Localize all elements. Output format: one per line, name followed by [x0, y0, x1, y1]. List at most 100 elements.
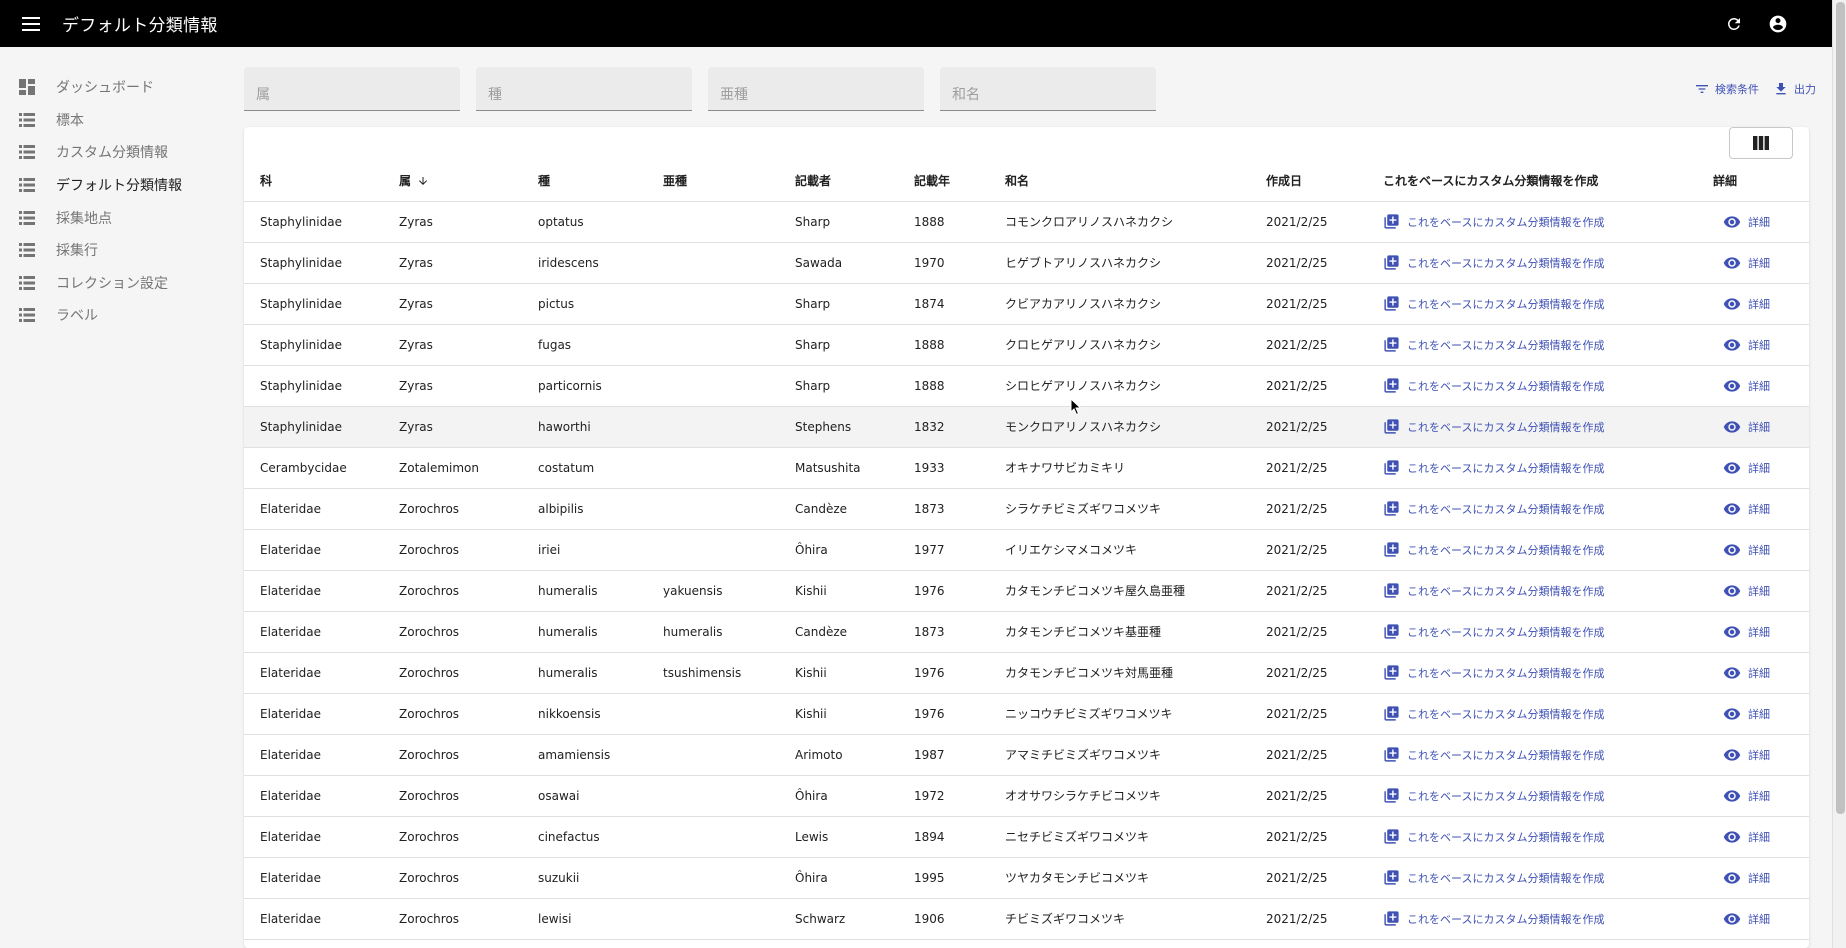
filter-conditions-button[interactable]: 検索条件 [1694, 81, 1759, 97]
column-header[interactable]: これをベースにカスタム分類情報を作成 [1367, 160, 1697, 202]
sidebar-item[interactable]: コレクション設定 [0, 267, 232, 300]
table-row[interactable]: Staphylinidae Zyras iridescens Sawada 1970 ヒゲ… [244, 242, 1809, 284]
table-row[interactable]: Staphylinidae Zyras pictus Sharp 1874 クビアカアリノ… [244, 283, 1809, 325]
create-custom-taxonomy-button[interactable]: これをベースにカスタム分類情報を作成 [1383, 500, 1697, 517]
detail-button[interactable]: 詳細 [1713, 582, 1809, 600]
create-custom-taxonomy-button[interactable]: これをベースにカスタム分類情報を作成 [1383, 828, 1697, 845]
subspecies-field[interactable] [708, 67, 924, 111]
table-row[interactable]: Elateridae Zorochros albipilis Candèze 1873 シ… [244, 488, 1809, 530]
table-row[interactable]: Elateridae Zorochros osawai Ôhira 1972 オオサワシラ… [244, 775, 1809, 817]
download-icon [1776, 83, 1786, 95]
create-custom-taxonomy-button[interactable]: これをベースにカスタム分類情報を作成 [1383, 336, 1697, 353]
sidebar-item[interactable]: 採集地点 [0, 201, 232, 234]
detail-button[interactable]: 詳細 [1713, 746, 1809, 764]
detail-button[interactable]: 詳細 [1713, 254, 1809, 272]
create-custom-taxonomy-button[interactable]: これをベースにカスタム分類情報を作成 [1383, 213, 1697, 230]
detail-button[interactable]: 詳細 [1713, 664, 1809, 682]
detail-button[interactable]: 詳細 [1713, 623, 1809, 641]
detail-button[interactable]: 詳細 [1713, 910, 1809, 928]
genus-field[interactable] [244, 67, 460, 111]
menu-button[interactable] [0, 0, 62, 47]
detail-button[interactable]: 詳細 [1713, 705, 1809, 723]
eye-icon [1723, 666, 1741, 679]
detail-button[interactable]: 詳細 [1713, 377, 1809, 395]
detail-label: 詳細 [1748, 789, 1770, 803]
create-custom-taxonomy-button[interactable]: これをベースにカスタム分類情報を作成 [1383, 254, 1697, 271]
table-row[interactable]: Elateridae Zorochros humeralis yakuensis Kis… [244, 570, 1809, 612]
detail-button[interactable]: 詳細 [1713, 295, 1809, 313]
refresh-button[interactable] [1720, 10, 1748, 38]
create-custom-taxonomy-button[interactable]: これをベースにカスタム分類情報を作成 [1383, 869, 1697, 886]
create-custom-taxonomy-button[interactable]: これをベースにカスタム分類情報を作成 [1383, 295, 1697, 312]
detail-button[interactable]: 詳細 [1713, 418, 1809, 436]
create-custom-taxonomy-button[interactable]: これをベースにカスタム分類情報を作成 [1383, 910, 1697, 927]
japanese-name-cell: ツヤカタモンチビコメツキ [989, 857, 1250, 899]
table-row[interactable]: Elateridae Zorochros humeralis humeralis Can… [244, 611, 1809, 653]
table-row[interactable]: Elateridae Zorochros cinefactus Lewis 1894 ニセ… [244, 816, 1809, 858]
column-header[interactable]: 記載者 [779, 160, 898, 202]
table-row[interactable]: Staphylinidae Zyras haworthi Stephens 1832 モン… [244, 406, 1809, 448]
table-row[interactable]: Elateridae Zorochros nikkoensis Kishii 1976 ニ… [244, 693, 1809, 735]
create-custom-taxonomy-label: これをベースにカスタム分類情報を作成 [1407, 543, 1605, 557]
genus-cell: Zorochros [383, 652, 522, 694]
column-header[interactable]: 科 [244, 160, 383, 202]
sidebar-item[interactable]: 標本 [0, 104, 232, 137]
create-custom-taxonomy-button[interactable]: これをベースにカスタム分類情報を作成 [1383, 705, 1697, 722]
create-custom-taxonomy-button[interactable]: これをベースにカスタム分類情報を作成 [1383, 664, 1697, 681]
column-header[interactable]: 亜種 [647, 160, 779, 202]
detail-button[interactable]: 詳細 [1713, 459, 1809, 477]
create-custom-taxonomy-button[interactable]: これをベースにカスタム分類情報を作成 [1383, 582, 1697, 599]
table-row[interactable]: Elateridae Zorochros iriei Ôhira 1977 イリエケシマメ… [244, 529, 1809, 571]
species-input[interactable] [476, 67, 692, 110]
page-scrollbar[interactable] [1832, 0, 1846, 948]
subspecies-input[interactable] [708, 67, 924, 110]
detail-button[interactable]: 詳細 [1713, 869, 1809, 887]
sidebar-item[interactable]: 採集行 [0, 234, 232, 267]
detail-button[interactable]: 詳細 [1713, 213, 1809, 231]
species-cell: nikkoensis [522, 693, 647, 735]
sidebar-item[interactable]: ダッシュボード [0, 71, 232, 104]
species-cell: iridescens [522, 242, 647, 284]
create-custom-taxonomy-button[interactable]: これをベースにカスタム分類情報を作成 [1383, 418, 1697, 435]
species-field[interactable] [476, 67, 692, 111]
scrollbar-thumb[interactable] [1836, 2, 1845, 814]
sidebar-item[interactable]: ラベル [0, 299, 232, 332]
column-header[interactable]: 記載年 [898, 160, 989, 202]
table-row[interactable]: Staphylinidae Zyras fugas Sharp 1888 クロヒゲアリノス… [244, 324, 1809, 366]
table-row[interactable]: Elateridae Zorochros lewisi Schwarz 1906 チビミズ… [244, 898, 1809, 940]
table-row[interactable]: Cerambycidae Zotalemimon costatum Matsushit… [244, 447, 1809, 489]
create-custom-taxonomy-button[interactable]: これをベースにカスタム分類情報を作成 [1383, 787, 1697, 804]
account-button[interactable] [1764, 10, 1792, 38]
column-header[interactable]: 和名 [989, 160, 1250, 202]
column-header[interactable]: 属 [383, 160, 522, 202]
create-custom-taxonomy-button[interactable]: これをベースにカスタム分類情報を作成 [1383, 746, 1697, 763]
table-row[interactable]: Elateridae Zorochros humeralis tsushimensis… [244, 652, 1809, 694]
create-custom-taxonomy-button[interactable]: これをベースにカスタム分類情報を作成 [1383, 541, 1697, 558]
column-header[interactable]: 作成日 [1250, 160, 1367, 202]
japanese-name-input[interactable] [940, 67, 1156, 110]
create-custom-taxonomy-button[interactable]: これをベースにカスタム分類情報を作成 [1383, 377, 1697, 394]
family-cell: Staphylinidae [244, 242, 383, 284]
sidebar-item[interactable]: カスタム分類情報 [0, 136, 232, 169]
table-row[interactable]: Staphylinidae Zyras optatus Sharp 1888 コモンクロア… [244, 201, 1809, 243]
detail-button[interactable]: 詳細 [1713, 336, 1809, 354]
detail-button[interactable]: 詳細 [1713, 787, 1809, 805]
add-to-library-icon [1384, 501, 1399, 516]
table-row[interactable]: Elateridae Zorochros suzukii Ôhira 1995 ツヤカタモ… [244, 857, 1809, 899]
export-button[interactable]: 出力 [1773, 81, 1816, 97]
column-header[interactable]: 種 [522, 160, 647, 202]
detail-button[interactable]: 詳細 [1713, 500, 1809, 518]
create-custom-taxonomy-button[interactable]: これをベースにカスタム分類情報を作成 [1383, 459, 1697, 476]
detail-label: 詳細 [1748, 215, 1770, 229]
table-row[interactable]: Staphylinidae Zyras particornis Sharp 1888 シロ… [244, 365, 1809, 407]
columns-button[interactable] [1729, 127, 1793, 159]
genus-cell: Zyras [383, 201, 522, 243]
create-custom-taxonomy-button[interactable]: これをベースにカスタム分類情報を作成 [1383, 623, 1697, 640]
japanese-name-field[interactable] [940, 67, 1156, 111]
sidebar-item[interactable]: デフォルト分類情報 [0, 169, 232, 202]
table-row[interactable]: Elateridae Zorochros amamiensis Arimoto 1987… [244, 734, 1809, 776]
column-header[interactable]: 詳細 [1697, 160, 1809, 202]
detail-button[interactable]: 詳細 [1713, 541, 1809, 559]
detail-button[interactable]: 詳細 [1713, 828, 1809, 846]
genus-input[interactable] [244, 67, 460, 110]
